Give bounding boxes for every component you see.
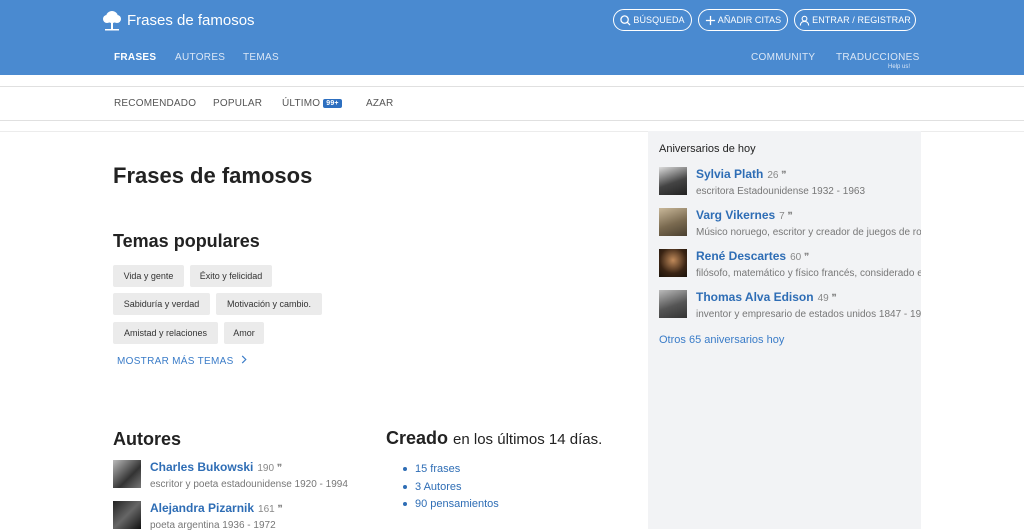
anniversary-item[interactable]: Varg Vikernes 7 ❞ Músico noruego, escrito… [659, 208, 921, 238]
more-anniversaries-link[interactable]: Otros 65 aniversarios hoy [659, 334, 784, 346]
person-photo [659, 208, 687, 236]
person-desc: inventor y empresario de estados unidos … [696, 309, 921, 320]
created-frases-link[interactable]: 15 frases [403, 463, 460, 475]
chevron-right-icon [241, 355, 247, 364]
person-photo [659, 167, 687, 195]
more-topics-link[interactable]: MOSTRAR MÁS TEMAS [117, 355, 248, 367]
authors-heading: Autores [113, 429, 182, 449]
author-item[interactable]: Alejandra Pizarnik 161 ❞ poeta argentina … [113, 501, 283, 531]
person-desc: filósofo, matemático y físico francés, c… [696, 268, 921, 279]
topic-chip[interactable]: Sabiduría y verdad [113, 293, 210, 315]
topic-chip[interactable]: Motivación y cambio. [216, 293, 322, 315]
author-name[interactable]: Alejandra Pizarnik 161 ❞ [150, 501, 283, 515]
anniversary-item[interactable]: Sylvia Plath 26 ❞ escritora Estadounidens… [659, 167, 865, 197]
nav-community[interactable]: COMMUNITY [751, 52, 815, 63]
more-topics-label: MOSTRAR MÁS TEMAS [117, 356, 234, 367]
topic-chip[interactable]: Amistad y relaciones [113, 322, 218, 344]
subnav-recommended[interactable]: RECOMENDADO [114, 98, 196, 109]
quote-count: 26 ❞ [767, 170, 787, 181]
anniversaries-panel: Aniversarios de hoy Sylvia Plath 26 ❞ esc… [648, 131, 921, 529]
quote-count: 161 ❞ [258, 504, 283, 515]
person-name[interactable]: Varg Vikernes 7 ❞ [696, 208, 921, 222]
subnav-latest[interactable]: ÚLTIMO 99+ [282, 98, 342, 109]
anniversary-item[interactable]: René Descartes 60 ❞ filósofo, matemático … [659, 249, 921, 279]
subnav-latest-label: ÚLTIMO [282, 98, 321, 109]
add-quotes-label: AÑADIR CITAS [717, 15, 782, 25]
page-title: Frases de famosos [113, 163, 313, 188]
topic-chip[interactable]: Amor [224, 322, 264, 344]
anniversary-item[interactable]: Thomas Alva Edison 49 ❞ inventor y empres… [659, 290, 921, 320]
created-autores-link[interactable]: 3 Autores [403, 481, 461, 493]
login-label: ENTRAR / REGISTRAR [812, 15, 911, 25]
topic-chip[interactable]: Vida y gente [113, 265, 184, 287]
search-icon [620, 14, 631, 26]
author-name[interactable]: Charles Bukowski 190 ❞ [150, 460, 348, 474]
plus-icon [705, 15, 715, 25]
author-item[interactable]: Charles Bukowski 190 ❞ escritor y poeta e… [113, 460, 348, 490]
logo-text: Frases de famosos [127, 11, 255, 29]
author-desc: escritor y poeta estadounidense 1920 - 1… [150, 479, 348, 490]
user-icon [799, 15, 810, 26]
created-heading: Creado en los últimos 14 días. [386, 428, 603, 448]
site-logo[interactable]: Frases de famosos [102, 9, 255, 31]
quote-count: 49 ❞ [817, 293, 837, 304]
author-photo [113, 501, 141, 529]
nav-temas[interactable]: TEMAS [243, 52, 279, 63]
add-quotes-button[interactable]: AÑADIR CITAS [698, 9, 788, 31]
nav-translations[interactable]: TRADUCCIONES [836, 52, 920, 63]
search-button[interactable]: BÚSQUEDA [613, 9, 692, 31]
nav-frases[interactable]: FRASES [114, 52, 156, 63]
author-photo [113, 460, 141, 488]
person-photo [659, 290, 687, 318]
author-desc: poeta argentina 1936 - 1972 [150, 520, 276, 531]
quote-count: 7 ❞ [779, 211, 793, 222]
person-photo [659, 249, 687, 277]
quote-count: 190 ❞ [257, 463, 283, 474]
subnav-random[interactable]: AZAR [366, 98, 393, 109]
person-name[interactable]: René Descartes 60 ❞ [696, 249, 921, 263]
anniversaries-title: Aniversarios de hoy [659, 143, 756, 155]
person-desc: escritora Estadounidense 1932 - 1963 [696, 186, 866, 197]
help-us-text: Help us! [887, 64, 910, 70]
subnav-popular[interactable]: POPULAR [213, 98, 262, 109]
quote-count: 60 ❞ [790, 252, 810, 263]
search-label: BÚSQUEDA [633, 15, 685, 25]
topics-heading: Temas populares [113, 231, 260, 251]
created-thoughts-link[interactable]: 90 pensamientos [403, 498, 499, 510]
person-name[interactable]: Sylvia Plath 26 ❞ [696, 167, 865, 181]
person-desc: Músico noruego, escritor y creador de ju… [696, 227, 921, 238]
login-button[interactable]: ENTRAR / REGISTRAR [794, 9, 916, 31]
latest-count-badge: 99+ [323, 99, 342, 108]
topic-chip[interactable]: Éxito y felicidad [190, 265, 272, 287]
tree-icon [103, 11, 121, 31]
divider [0, 86, 1024, 87]
divider [0, 120, 1024, 121]
nav-autores[interactable]: AUTORES [175, 52, 225, 63]
person-name[interactable]: Thomas Alva Edison 49 ❞ [696, 290, 921, 304]
header-bar: Frases de famosos BÚSQUEDA AÑADIR CITAS … [0, 0, 1024, 75]
